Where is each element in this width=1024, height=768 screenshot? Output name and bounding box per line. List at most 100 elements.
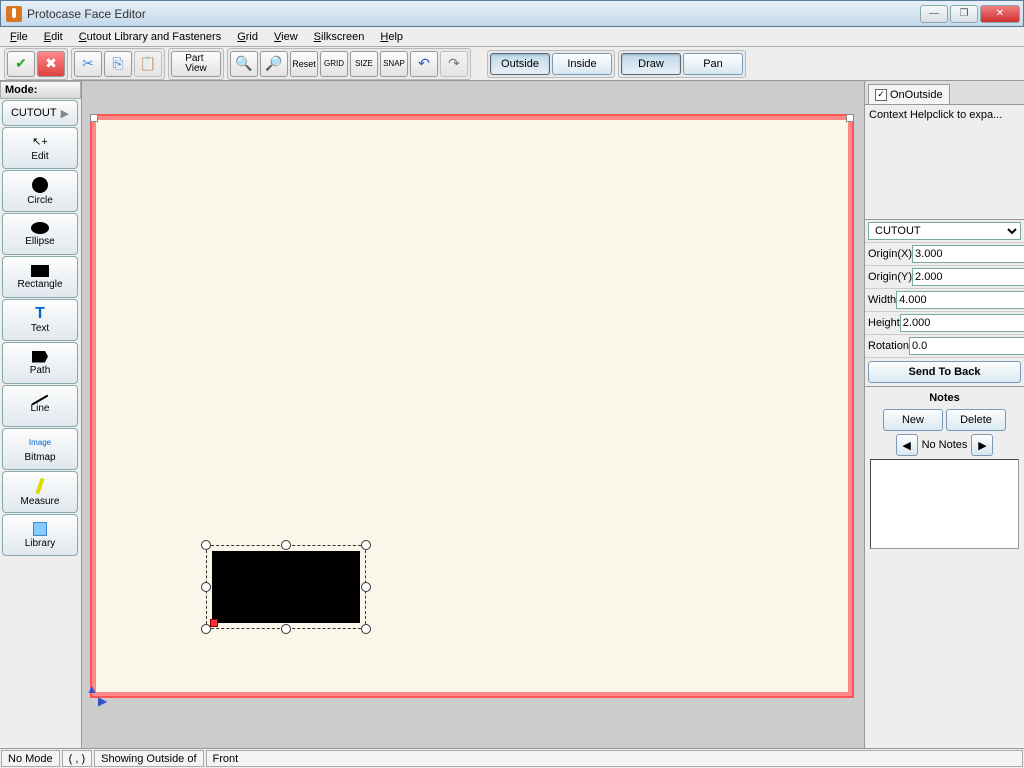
circle-icon	[32, 177, 48, 193]
resize-handle[interactable]	[201, 540, 211, 550]
face-handle[interactable]	[90, 114, 98, 122]
face-surface[interactable]: ▲ ▶	[92, 116, 852, 696]
delete-note-button[interactable]: Delete	[946, 409, 1006, 431]
text-icon: T	[31, 307, 49, 321]
prev-note-button[interactable]: ◀	[896, 434, 918, 456]
prop-label: Rotation	[868, 340, 909, 352]
properties-panel: ✓ OnOutside Context Helpclick to expa...…	[864, 81, 1024, 748]
prop-label: Origin(Y)	[868, 271, 912, 283]
part-view-button[interactable]: Part View	[171, 51, 221, 77]
menu-view[interactable]: View	[268, 29, 304, 45]
zoom-reset-button[interactable]: Reset	[290, 51, 318, 77]
menu-silkscreen[interactable]: Silkscreen	[308, 29, 371, 45]
status-coords: ( , )	[62, 750, 93, 767]
size-button[interactable]: SIZE	[350, 51, 378, 77]
current-mode-button[interactable]: CUTOUT▶	[2, 100, 78, 126]
tool-bitmap[interactable]: ImageBitmap	[2, 428, 78, 470]
accept-button[interactable]: ✔	[7, 51, 35, 77]
tool-measure[interactable]: Measure	[2, 471, 78, 513]
resize-handle[interactable]	[361, 582, 371, 592]
java-icon	[6, 6, 22, 22]
notes-section: Notes New Delete ◀ No Notes ▶	[865, 386, 1024, 554]
path-icon	[32, 351, 48, 363]
tool-rectangle[interactable]: Rectangle	[2, 256, 78, 298]
menu-file[interactable]: File	[4, 29, 34, 45]
notes-status: No Notes	[922, 439, 968, 451]
title-bar: Protocase Face Editor — ❐ ✕	[0, 0, 1024, 27]
library-icon	[33, 522, 47, 536]
undo-button[interactable]: ↶	[410, 51, 438, 77]
snap-button[interactable]: SNAP	[380, 51, 408, 77]
new-note-button[interactable]: New	[883, 409, 943, 431]
outside-toggle[interactable]: Outside	[490, 53, 550, 75]
tool-line[interactable]: Line	[2, 385, 78, 427]
origin-marker	[210, 619, 218, 627]
zoom-in-button[interactable]: 🔍	[230, 51, 258, 77]
tool-library[interactable]: Library	[2, 514, 78, 556]
maximize-button[interactable]: ❐	[950, 5, 978, 23]
menu-grid[interactable]: Grid	[231, 29, 264, 45]
grid-button[interactable]: GRID	[320, 51, 348, 77]
menu-cutout[interactable]: Cutout Library and Fasteners	[73, 29, 227, 45]
menu-bar: File Edit Cutout Library and Fasteners G…	[0, 27, 1024, 47]
selected-cutout[interactable]	[206, 545, 366, 629]
tool-path[interactable]: Path	[2, 342, 78, 384]
axis-origin-icon: ▶	[98, 694, 107, 708]
tool-circle[interactable]: Circle	[2, 170, 78, 212]
checkbox-icon[interactable]: ✓	[875, 89, 887, 101]
copy-button[interactable]: ⎘	[104, 51, 132, 77]
selection-outline	[206, 545, 366, 629]
status-face: Front	[206, 750, 1023, 767]
ellipse-icon	[31, 222, 49, 234]
canvas-area[interactable]: ▲ ▶	[82, 81, 864, 748]
close-button[interactable]: ✕	[980, 5, 1020, 23]
pan-toggle[interactable]: Pan	[683, 53, 743, 75]
notes-header: Notes	[868, 390, 1021, 406]
zoom-out-button[interactable]: 🔎	[260, 51, 288, 77]
resize-handle[interactable]	[281, 540, 291, 550]
onoutside-tab[interactable]: ✓ OnOutside	[868, 84, 950, 104]
ruler-icon	[35, 477, 44, 493]
tool-ellipse[interactable]: Ellipse	[2, 213, 78, 255]
note-textarea[interactable]	[870, 459, 1019, 549]
resize-handle[interactable]	[201, 582, 211, 592]
tool-text[interactable]: TText	[2, 299, 78, 341]
face-handle[interactable]	[846, 114, 854, 122]
toolbar: ✔ ✖ ✂ ⎘ 📋 Part View 🔍 🔎 Reset GRID SIZE …	[0, 47, 1024, 81]
object-type-select[interactable]: CUTOUT	[868, 222, 1021, 240]
status-showing: Showing Outside of	[94, 750, 203, 767]
cut-button[interactable]: ✂	[74, 51, 102, 77]
height-input[interactable]	[900, 314, 1024, 332]
status-bar: No Mode ( , ) Showing Outside of Front	[0, 748, 1024, 768]
inside-toggle[interactable]: Inside	[552, 53, 612, 75]
origin-x-input[interactable]	[912, 245, 1024, 263]
origin-y-input[interactable]	[912, 268, 1024, 286]
prop-label: Origin(X)	[868, 248, 912, 260]
work-area: Mode: CUTOUT▶ ↖+Edit Circle Ellipse Rect…	[0, 81, 1024, 748]
mode-panel: Mode: CUTOUT▶ ↖+Edit Circle Ellipse Rect…	[0, 81, 82, 748]
next-note-button[interactable]: ▶	[971, 434, 993, 456]
tool-edit[interactable]: ↖+Edit	[2, 127, 78, 169]
menu-help[interactable]: Help	[374, 29, 409, 45]
resize-handle[interactable]	[281, 624, 291, 634]
menu-edit[interactable]: Edit	[38, 29, 69, 45]
window-title: Protocase Face Editor	[27, 7, 920, 21]
draw-toggle[interactable]: Draw	[621, 53, 681, 75]
resize-handle[interactable]	[361, 624, 371, 634]
mode-label: Mode:	[0, 81, 81, 99]
send-to-back-button[interactable]: Send To Back	[868, 361, 1021, 383]
prop-label: Width	[868, 294, 896, 306]
paste-button[interactable]: 📋	[134, 51, 162, 77]
chevron-right-icon: ▶	[61, 107, 69, 120]
arrow-icon: ↖+	[31, 135, 49, 149]
rectangle-icon	[31, 265, 49, 277]
context-help[interactable]: Context Helpclick to expa...	[865, 105, 1024, 220]
prop-label: Height	[868, 317, 900, 329]
axis-origin-icon: ▲	[86, 682, 98, 696]
cancel-button[interactable]: ✖	[37, 51, 65, 77]
redo-button[interactable]: ↷	[440, 51, 468, 77]
rotation-input[interactable]	[909, 337, 1024, 355]
width-input[interactable]	[896, 291, 1024, 309]
minimize-button[interactable]: —	[920, 5, 948, 23]
resize-handle[interactable]	[361, 540, 371, 550]
